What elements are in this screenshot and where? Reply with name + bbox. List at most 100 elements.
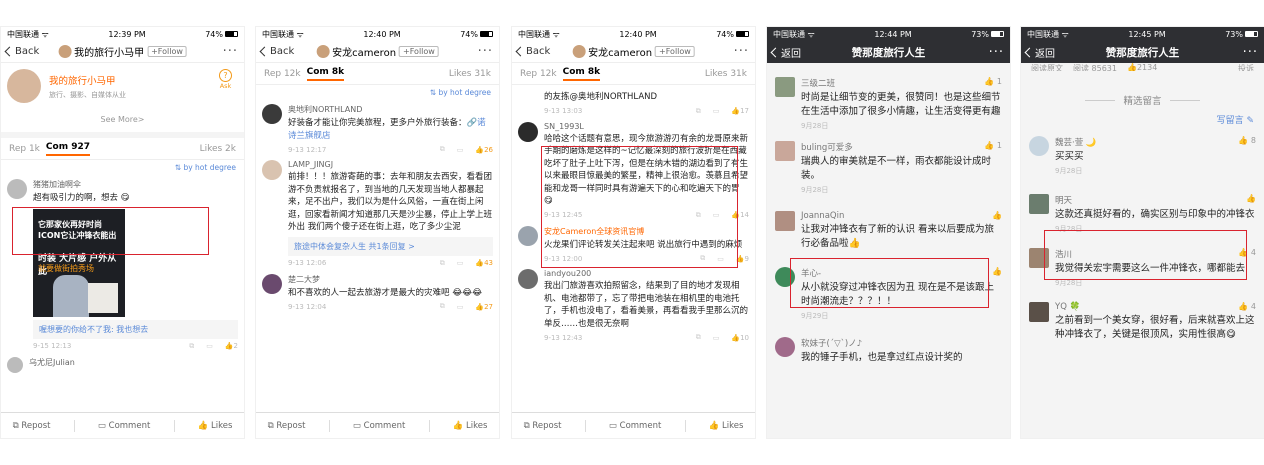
like-button[interactable]: 👍2 bbox=[225, 342, 238, 350]
commenter-name[interactable]: buling可爱多 bbox=[801, 141, 853, 153]
more-icon[interactable]: ··· bbox=[478, 44, 493, 59]
commenter-name[interactable]: 乌尤尼Julian bbox=[29, 357, 75, 373]
back-button[interactable]: 返回 bbox=[1024, 45, 1055, 60]
repost-icon[interactable]: ⧉ bbox=[440, 302, 445, 311]
more-icon[interactable]: ··· bbox=[989, 45, 1004, 60]
like-button[interactable]: 👍 1 bbox=[984, 141, 1002, 153]
tab-likes[interactable]: Likes 31k bbox=[705, 69, 747, 79]
profile-header[interactable]: 我的旅行小马甲 旅行、摄影、自媒体从业 ? Ask bbox=[1, 63, 244, 109]
nav-username[interactable]: 我的旅行小马甲 bbox=[74, 44, 144, 59]
sort-toggle[interactable]: ⇅ by hot degree bbox=[256, 85, 499, 100]
commenter-avatar[interactable] bbox=[775, 77, 795, 97]
reply-preview[interactable]: 旅途中体会复杂人生 共1条回复 > bbox=[288, 236, 493, 256]
comment-icon[interactable]: ▭ bbox=[457, 259, 464, 267]
tab-likes[interactable]: Likes 2k bbox=[200, 144, 236, 154]
follow-button[interactable]: +Follow bbox=[399, 46, 439, 57]
likes-button[interactable]: 👍 Likes bbox=[453, 421, 488, 431]
commenter-avatar[interactable] bbox=[1029, 302, 1049, 322]
comment-icon[interactable]: ▭ bbox=[206, 342, 213, 350]
repost-icon[interactable]: ⧉ bbox=[696, 333, 701, 342]
tab-reposts[interactable]: Rep 12k bbox=[520, 69, 557, 79]
repost-icon[interactable]: ⧉ bbox=[440, 145, 445, 154]
commenter-name[interactable]: SN_1993L bbox=[544, 122, 749, 131]
read-original-link[interactable]: 阅读原文 bbox=[1031, 63, 1063, 71]
commenter-name[interactable]: 奥地利NORTHLAND bbox=[288, 104, 493, 115]
commenter-avatar[interactable] bbox=[1029, 194, 1049, 214]
like-button[interactable]: 👍10 bbox=[731, 334, 749, 342]
comment-icon[interactable]: ▭ bbox=[713, 334, 720, 342]
profile-avatar[interactable] bbox=[7, 69, 41, 103]
avatar[interactable] bbox=[316, 45, 330, 58]
like-button[interactable]: 👍 bbox=[1246, 194, 1256, 206]
tab-comments[interactable]: Com 8k bbox=[306, 67, 345, 81]
more-icon[interactable]: ··· bbox=[734, 44, 749, 59]
comment-icon[interactable]: ▭ bbox=[713, 107, 720, 115]
tab-reposts[interactable]: Rep 1k bbox=[9, 144, 40, 154]
report-link[interactable]: 投诉 bbox=[1238, 63, 1254, 71]
commenter-name[interactable]: 楚二大梦 bbox=[288, 274, 493, 285]
back-button[interactable]: Back bbox=[4, 46, 39, 57]
tab-comments[interactable]: Com 8k bbox=[562, 67, 601, 81]
repost-button[interactable]: ⧉ Repost bbox=[524, 421, 562, 431]
commenter-avatar[interactable] bbox=[518, 121, 538, 142]
repost-icon[interactable]: ⧉ bbox=[696, 107, 701, 116]
like-button[interactable]: 👍 1 bbox=[984, 77, 1002, 89]
reply-preview[interactable]: 喔想要的你给不了我: 我也想去 bbox=[33, 319, 238, 339]
commenter-name[interactable]: YQ 🍀 bbox=[1055, 302, 1080, 312]
tab-likes[interactable]: Likes 31k bbox=[449, 69, 491, 79]
comment-icon[interactable]: ▭ bbox=[457, 146, 464, 154]
follow-button[interactable]: +Follow bbox=[147, 46, 187, 57]
likes-button[interactable]: 👍 Likes bbox=[709, 421, 744, 431]
tab-reposts[interactable]: Rep 12k bbox=[264, 69, 301, 79]
commenter-name[interactable]: 魏芸·萱 🌙 bbox=[1055, 136, 1097, 148]
commenter-avatar[interactable] bbox=[262, 273, 282, 294]
repost-button[interactable]: ⧉ Repost bbox=[13, 421, 51, 431]
more-icon[interactable]: ··· bbox=[1243, 45, 1258, 60]
nav-username[interactable]: 安龙cameron bbox=[332, 44, 396, 59]
commenter-name[interactable]: 猪猪加油啊伞 bbox=[33, 179, 238, 190]
sort-toggle[interactable]: ⇅ by hot degree bbox=[1, 160, 244, 175]
comment-icon[interactable]: ▭ bbox=[457, 303, 464, 311]
like-button[interactable]: 👍 8 bbox=[1238, 136, 1256, 148]
ask-button[interactable]: ? Ask bbox=[219, 69, 232, 90]
write-comment-button[interactable]: 写留言 ✎ bbox=[1021, 107, 1264, 126]
like-button[interactable]: 👍 bbox=[992, 267, 1002, 279]
commenter-avatar[interactable] bbox=[518, 269, 538, 289]
commenter-name[interactable]: 三级二班 bbox=[801, 77, 835, 89]
like-button[interactable]: 👍 bbox=[992, 211, 1002, 221]
back-button[interactable]: Back bbox=[259, 46, 294, 57]
comment-button[interactable]: ▭ Comment bbox=[98, 421, 150, 431]
commenter-avatar[interactable] bbox=[775, 211, 795, 231]
profile-name[interactable]: 我的旅行小马甲 bbox=[49, 73, 126, 87]
like-button[interactable]: 👍26 bbox=[475, 146, 493, 154]
commenter-avatar[interactable] bbox=[775, 141, 795, 161]
commenter-avatar[interactable] bbox=[262, 104, 282, 124]
repost-icon[interactable]: ⧉ bbox=[440, 259, 445, 268]
commenter-name[interactable]: 明天 bbox=[1055, 194, 1072, 206]
avatar[interactable] bbox=[58, 45, 72, 58]
commenter-avatar[interactable] bbox=[1029, 136, 1049, 156]
nav-username[interactable]: 安龙cameron bbox=[588, 44, 652, 59]
repost-button[interactable]: ⧉ Repost bbox=[268, 421, 306, 431]
like-button[interactable]: 👍17 bbox=[731, 107, 749, 115]
commenter-avatar[interactable] bbox=[775, 337, 795, 357]
more-icon[interactable]: ··· bbox=[223, 44, 238, 59]
commenter-name[interactable]: 软妹子(ˊ▽ˋ)ノ♪ bbox=[801, 337, 862, 349]
like-button[interactable]: 👍27 bbox=[475, 303, 493, 311]
commenter-name[interactable]: JoannaQin bbox=[801, 211, 844, 221]
likes-button[interactable]: 👍 Likes bbox=[198, 421, 233, 431]
comment-button[interactable]: ▭ Comment bbox=[609, 421, 661, 431]
commenter-name[interactable]: LAMP_JINGJ bbox=[288, 160, 493, 169]
avatar[interactable] bbox=[572, 45, 586, 58]
commenter-name[interactable]: iandyou200 bbox=[544, 269, 749, 278]
commenter-avatar[interactable] bbox=[262, 160, 282, 180]
commenter-avatar[interactable] bbox=[7, 179, 27, 199]
like-button[interactable]: 👍 4 bbox=[1238, 302, 1256, 312]
repost-icon[interactable]: ⧉ bbox=[189, 342, 194, 351]
follow-button[interactable]: +Follow bbox=[655, 46, 695, 57]
tab-comments[interactable]: Com 927 bbox=[45, 142, 90, 156]
commenter-avatar[interactable] bbox=[7, 356, 23, 373]
article-likes[interactable]: 👍2134 bbox=[1127, 63, 1157, 71]
back-button[interactable]: 返回 bbox=[770, 45, 801, 60]
like-button[interactable]: 👍43 bbox=[475, 259, 493, 267]
